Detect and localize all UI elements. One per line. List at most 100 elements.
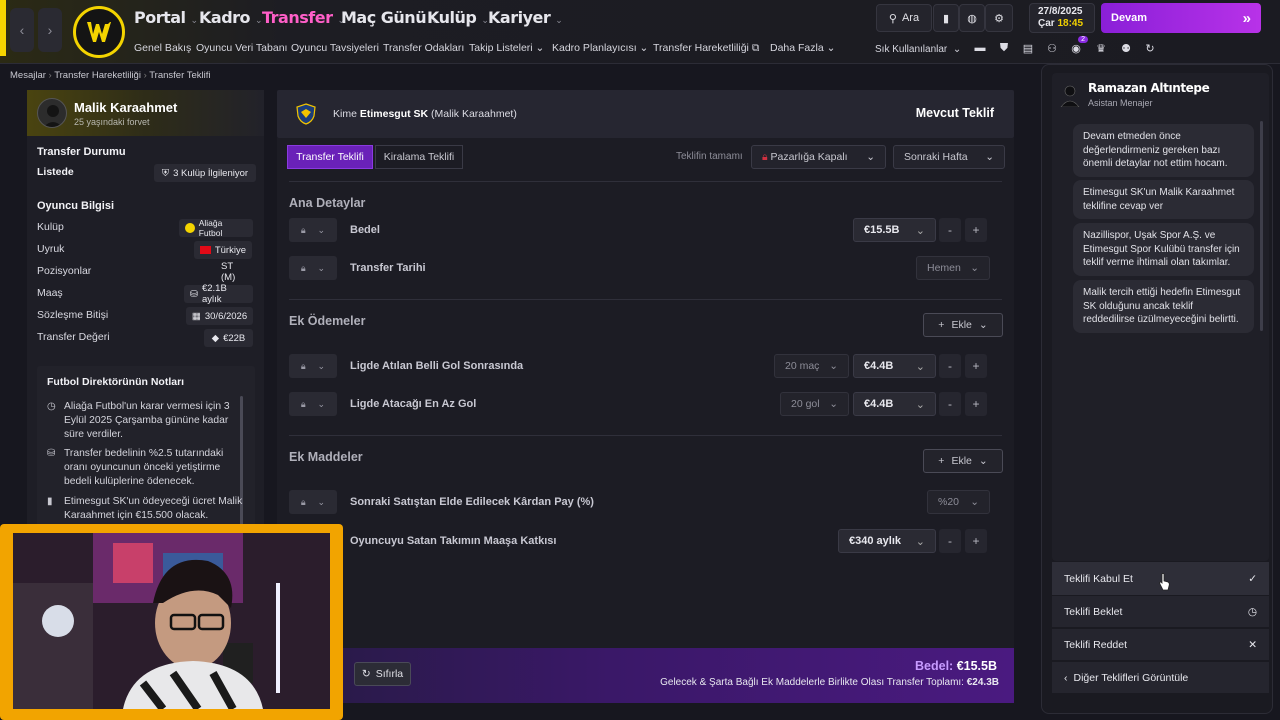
subnav-oyuncu-tavsiyeleri[interactable]: Oyuncu Tavsiyeleri: [291, 42, 379, 54]
close-icon: ✕: [1248, 638, 1257, 651]
breadcrumb-transfer-activity[interactable]: Transfer Hareketliliği: [54, 70, 141, 81]
subnav-kadro-planlayicisi[interactable]: Kadro Planlayıcısı ⌄: [552, 42, 648, 54]
subnav-daha-fazla[interactable]: Daha Fazla ⌄: [770, 42, 835, 54]
fee-value-field[interactable]: €15.5B ⌄: [853, 218, 936, 242]
decrease-button[interactable]: -: [939, 354, 961, 378]
chat-message[interactable]: Etimesgut SK'un Malik Karaahmet teklifin…: [1073, 180, 1254, 219]
contract-end-value: ▦ 30/6/2026: [186, 307, 253, 325]
subnav-transfer-hareketliligi[interactable]: Transfer Hareketliliği ⧉: [653, 42, 759, 55]
view-other-offers-button[interactable]: ‹ Diğer Teklifleri Görüntüle: [1052, 662, 1269, 694]
extra-payment-value[interactable]: €4.4B ⌄: [853, 354, 936, 378]
finance-icon[interactable]: ◉ 2: [1068, 36, 1088, 56]
hold-offer-button[interactable]: Teklifi Beklet ◷: [1052, 596, 1269, 628]
clause-percent-dropdown[interactable]: %20 ⌄: [927, 490, 990, 514]
player-avatar: [37, 98, 67, 128]
nav-kadro[interactable]: Kadro ⌄: [199, 8, 263, 27]
fee-decrease-button[interactable]: -: [939, 218, 961, 242]
refresh-icon[interactable]: ↻: [1142, 40, 1158, 56]
reject-offer-button[interactable]: Teklifi Reddet ✕: [1052, 629, 1269, 661]
extra-payment-label: Ligde Atılan Belli Gol Sonrasında: [350, 360, 524, 372]
nav-portal[interactable]: Portal ⌄: [134, 8, 198, 27]
clause-label: Sonraki Satıştan Elde Edilecek Kârdan Pa…: [350, 496, 594, 508]
shirt-icon[interactable]: ⛊: [996, 40, 1012, 56]
increase-button[interactable]: +: [965, 392, 987, 416]
tab-loan-offer[interactable]: Kiralama Teklifi: [375, 145, 463, 169]
response-deadline-dropdown[interactable]: Sonraki Hafta ⌄: [893, 145, 1005, 169]
lock-icon: 🔒︎: [300, 360, 306, 371]
decrease-button[interactable]: -: [939, 529, 961, 553]
subnav-oyuncu-veri-tabani[interactable]: Oyuncu Veri Tabanı: [196, 42, 287, 54]
offer-header: Kime Etimesgut SK (Malik Karaahmet) Mevc…: [277, 90, 1014, 138]
lock-toggle[interactable]: 🔒︎ ⌄: [289, 256, 337, 280]
trophy-icon[interactable]: ♛: [1093, 40, 1109, 56]
extra-payment-condition[interactable]: 20 maç ⌄: [774, 354, 849, 378]
chat-message: Nazillispor, Uşak Spor A.Ş. ve Etimesgut…: [1073, 223, 1254, 276]
subnav-takip-listeleri[interactable]: Takip Listeleri ⌄: [469, 42, 544, 54]
increase-button[interactable]: +: [965, 354, 987, 378]
player-header[interactable]: Malik Karaahmet 25 yaşındaki forvet: [27, 90, 264, 136]
bookmark-button[interactable]: ▮: [933, 4, 959, 32]
section-extra-payments: Ek Ödemeler: [289, 314, 366, 328]
clubs-interested-badge[interactable]: ⛨ 3 Kulüp İlgileniyor: [154, 164, 256, 182]
back-arrow-icon[interactable]: ‹: [10, 8, 34, 52]
bookmark-icon: ▮: [942, 12, 950, 25]
date-text: 27/8/2025: [1038, 6, 1083, 17]
reset-button[interactable]: ↻ Sıfırla: [354, 662, 411, 686]
lock-toggle[interactable]: 🔒︎ ⌄: [289, 392, 337, 416]
tag-icon: ◆: [211, 332, 220, 344]
message-icon[interactable]: ▬: [972, 40, 988, 56]
decrease-button[interactable]: -: [939, 392, 961, 416]
negotiation-dropdown[interactable]: 🔒︎ Pazarlığa Kapalı ⌄: [751, 145, 886, 169]
info-label-club: Kulüp: [37, 221, 64, 233]
nav-transfer[interactable]: Transfer ⌄: [262, 8, 345, 27]
clock-icon: ◷: [47, 401, 56, 412]
top-bar: ‹ › Portal ⌄ Kadro ⌄ Transfer ⌄ Maç Günü ⌄ K…: [0, 0, 1280, 64]
search-icon: ⚲: [888, 12, 897, 25]
club-value[interactable]: Aliağa Futbol: [179, 218, 253, 238]
extra-payment-label: Ligde Atacağı En Az Gol: [350, 398, 477, 410]
lock-toggle[interactable]: 🔒︎ ⌄: [289, 218, 337, 242]
lock-toggle[interactable]: 🔒︎ ⌄: [289, 354, 337, 378]
nationality-value[interactable]: Türkiye: [194, 241, 252, 259]
tab-transfer-offer[interactable]: Transfer Teklifi: [287, 145, 373, 169]
club-crest-icon: [82, 15, 116, 49]
chat-message: Malik tercih ettiği hedefin Etimesgut SK…: [1073, 280, 1254, 333]
recipient-club[interactable]: Etimesgut SK: [360, 108, 428, 120]
lock-toggle[interactable]: 🔒︎ ⌄: [289, 490, 337, 514]
nav-kulup[interactable]: Kulüp ⌄: [427, 8, 489, 27]
time-text: 18:45: [1057, 18, 1084, 29]
wage-contribution-field[interactable]: €340 aylık ⌄: [838, 529, 936, 553]
nav-mac-gunu[interactable]: Maç Günü ⌄: [341, 8, 439, 27]
subnav-transfer-odaklari[interactable]: Transfer Odakları: [383, 42, 464, 54]
settings-button[interactable]: ⚙: [985, 4, 1013, 32]
extra-payment-value[interactable]: €4.4B ⌄: [853, 392, 936, 416]
chat-scrollbar[interactable]: [1260, 121, 1263, 331]
add-clause-button[interactable]: + Ekle ⌄: [923, 449, 1003, 473]
breadcrumb-messages[interactable]: Mesajlar: [10, 70, 46, 81]
club-logo[interactable]: [73, 6, 125, 58]
staff-icon[interactable]: ⚉: [1118, 40, 1134, 56]
fee-increase-button[interactable]: +: [965, 218, 987, 242]
assistant-avatar: [1060, 83, 1080, 108]
offer-summary-bar: Bedel: €15.5B Gelecek & Şarta Bağlı Ek M…: [341, 648, 1014, 703]
add-extra-payment-button[interactable]: + Ekle ⌄: [923, 313, 1003, 337]
forward-arrow-icon[interactable]: ›: [38, 8, 62, 52]
continue-button[interactable]: Devam»: [1101, 3, 1261, 33]
assistant-name[interactable]: Ramazan Altıntepe: [1088, 81, 1210, 95]
check-icon: ✓: [1248, 572, 1257, 585]
clipboard-icon[interactable]: ▤: [1020, 40, 1036, 56]
breadcrumb-transfer-offer: Transfer Teklifi: [149, 70, 211, 81]
nav-kariyer[interactable]: Kariyer ⌄: [488, 8, 563, 27]
extra-payment-condition[interactable]: 20 gol ⌄: [780, 392, 849, 416]
streamer-image: [13, 533, 330, 709]
people-icon[interactable]: ⚇: [1044, 40, 1060, 56]
favorites-dropdown[interactable]: Sık Kullanılanlar ⌄: [875, 44, 961, 55]
gear-icon: ⚙: [994, 12, 1004, 25]
double-chevron-right-icon: »: [1242, 9, 1251, 27]
subnav-genel-bakis[interactable]: Genel Bakış: [134, 42, 191, 54]
transfer-date-dropdown[interactable]: Hemen ⌄: [916, 256, 990, 280]
info-label-wage: Maaş: [37, 287, 63, 299]
club-button[interactable]: ◍: [959, 4, 985, 32]
search-button[interactable]: ⚲ Ara: [876, 4, 932, 32]
increase-button[interactable]: +: [965, 529, 987, 553]
